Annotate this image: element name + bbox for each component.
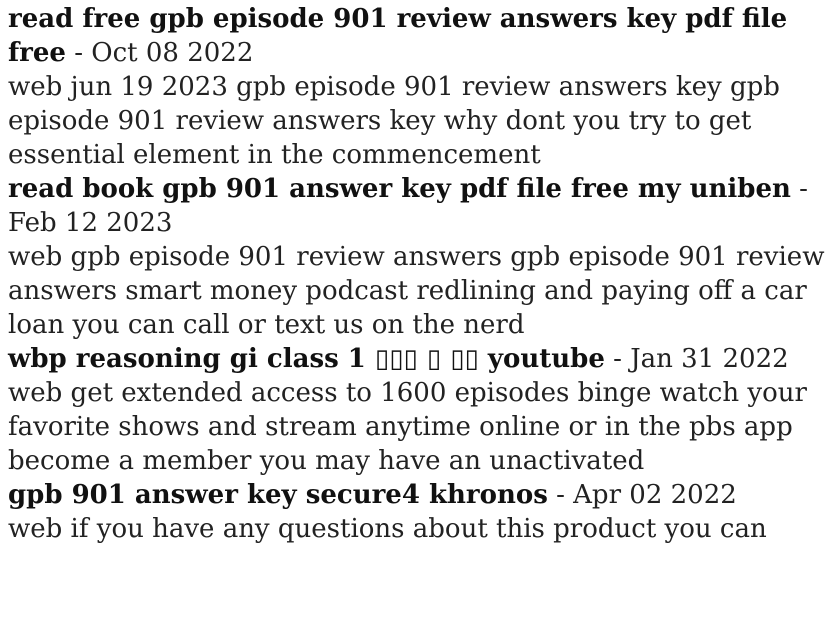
result-title-line: read book gpb 901 answer key pdf file fr… (8, 172, 827, 240)
search-results-page: read free gpb episode 901 review answers… (0, 0, 827, 621)
result-entry-3: wbp reasoning gi class 1 ▯▯▯ ▯ ▯▯ youtub… (8, 342, 827, 478)
result-title-line: wbp reasoning gi class 1 ▯▯▯ ▯ ▯▯ youtub… (8, 342, 827, 376)
result-title-link[interactable]: wbp reasoning gi class 1 ▯▯▯ ▯ ▯▯ youtub… (8, 344, 605, 374)
result-title-line: gpb 901 answer key secure4 khronos - Apr… (8, 478, 827, 512)
result-entry-1: read free gpb episode 901 review answers… (8, 2, 827, 172)
result-title-link[interactable]: read book gpb 901 answer key pdf file fr… (8, 174, 791, 204)
result-entry-2: read book gpb 901 answer key pdf file fr… (8, 172, 827, 342)
result-date: - Oct 08 2022 (65, 38, 254, 68)
result-snippet: web if you have any questions about this… (8, 514, 767, 544)
result-title-link[interactable]: gpb 901 answer key secure4 khronos (8, 480, 548, 510)
result-title-line: read free gpb episode 901 review answers… (8, 2, 827, 70)
result-snippet: web get extended access to 1600 episodes… (8, 378, 807, 476)
result-date: - Apr 02 2022 (547, 480, 737, 510)
result-snippet: web gpb episode 901 review answers gpb e… (8, 242, 825, 340)
result-entry-4: gpb 901 answer key secure4 khronos - Apr… (8, 478, 827, 546)
result-snippet: web jun 19 2023 gpb episode 901 review a… (8, 72, 780, 170)
result-date: - Jan 31 2022 (604, 344, 789, 374)
